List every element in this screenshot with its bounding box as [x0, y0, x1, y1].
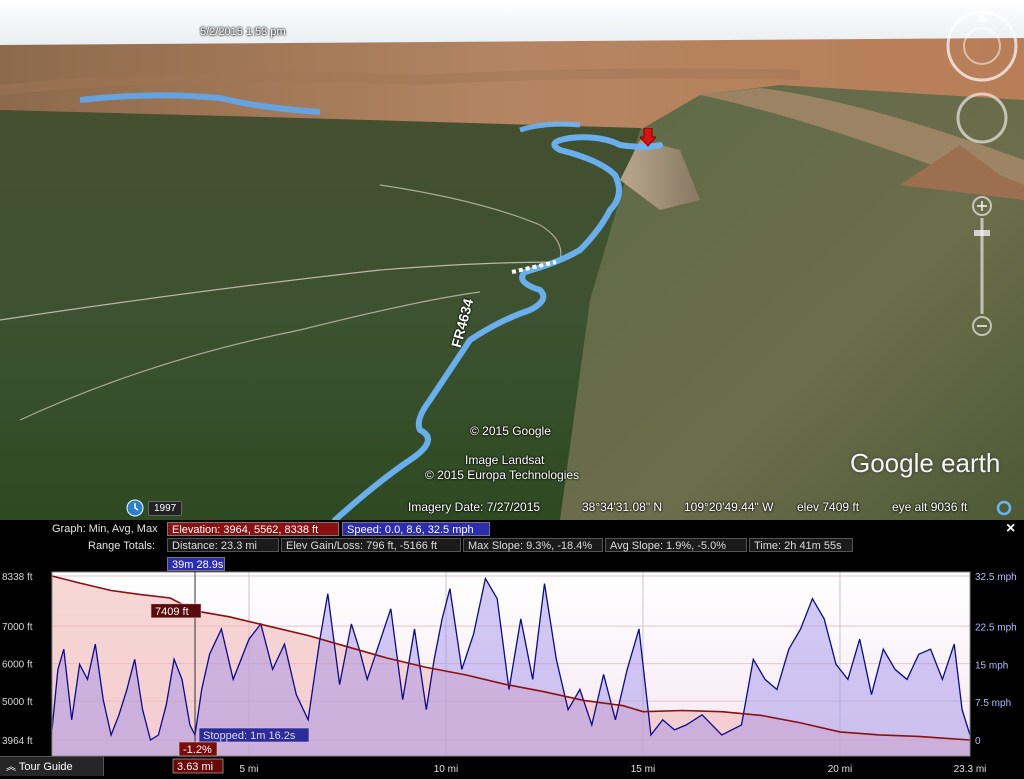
- terrain-imagery: [0, 0, 1024, 520]
- attribution-europa: © 2015 Europa Technologies: [425, 468, 580, 482]
- speed-tick-label: 7.5 mph: [975, 698, 1011, 709]
- map-view[interactable]: 5/2/2015 1:53 pm FR4634 © 2015 Google Im…: [0, 0, 1024, 520]
- chevron-up-icon: ︽: [6, 762, 16, 773]
- stopped-duration-tag: Stopped: 1m 16.2s: [203, 730, 296, 742]
- elevation-readout: elev 7409 ft: [797, 500, 860, 514]
- cursor-slope-tag: -1.2%: [183, 744, 212, 756]
- speed-tick-label: 22.5 mph: [975, 622, 1017, 633]
- speed-tick-label: 0: [975, 736, 981, 747]
- distance-tick-label: 15 mi: [631, 764, 655, 775]
- position-marker-icon: [640, 128, 656, 147]
- tour-guide-label: Tour Guide: [18, 761, 73, 773]
- google-earth-logo: Google earth: [850, 448, 1001, 478]
- attribution-google: © 2015 Google: [470, 424, 551, 438]
- compass-icon[interactable]: [944, 8, 1020, 84]
- zoom-slider[interactable]: [968, 194, 996, 338]
- elevation-tick-label: 5000 ft: [2, 697, 33, 708]
- speed-tick-label: 15 mph: [975, 660, 1008, 671]
- elevation-tick-label: 6000 ft: [2, 660, 33, 671]
- distance-tick-label: 5 mi: [240, 764, 259, 775]
- move-control-icon[interactable]: [954, 90, 1010, 146]
- latitude: 38°34'31.08" N: [582, 500, 663, 514]
- historical-imagery-icon[interactable]: [126, 499, 144, 517]
- historical-year-badge[interactable]: 1997: [148, 501, 183, 516]
- distance-tick-label: 23.3 mi: [954, 764, 987, 775]
- elevation-tick-label: 3964 ft: [2, 736, 33, 747]
- attribution-landsat: Image Landsat: [465, 453, 545, 467]
- longitude: 109°20'49.44" W: [684, 500, 774, 514]
- cursor-distance-tag: 3.63 mi: [177, 761, 213, 773]
- elevation-speed-chart[interactable]: 8338 ft 7000 ft 6000 ft 5000 ft 3964 ft 32.5 …: [0, 520, 1024, 779]
- elevation-tick-label: 7000 ft: [2, 622, 33, 633]
- eye-altitude: eye alt 9036 ft: [892, 500, 968, 514]
- elevation-profile-panel: Graph: Min, Avg, Max Elevation: 3964, 55…: [0, 520, 1024, 779]
- tour-guide-button[interactable]: ︽ Tour Guide: [0, 756, 104, 776]
- speed-tick-label: 32.5 mph: [975, 572, 1017, 583]
- streaming-indicator-icon: [996, 500, 1012, 516]
- map-timestamp: 5/2/2015 1:53 pm: [200, 26, 286, 38]
- elevation-tick-label: 8338 ft: [2, 572, 33, 583]
- imagery-date: Imagery Date: 7/27/2015: [408, 500, 541, 514]
- cursor-elevation-tag: 7409 ft: [155, 606, 189, 618]
- distance-tick-label: 20 mi: [828, 764, 852, 775]
- distance-tick-label: 10 mi: [434, 764, 458, 775]
